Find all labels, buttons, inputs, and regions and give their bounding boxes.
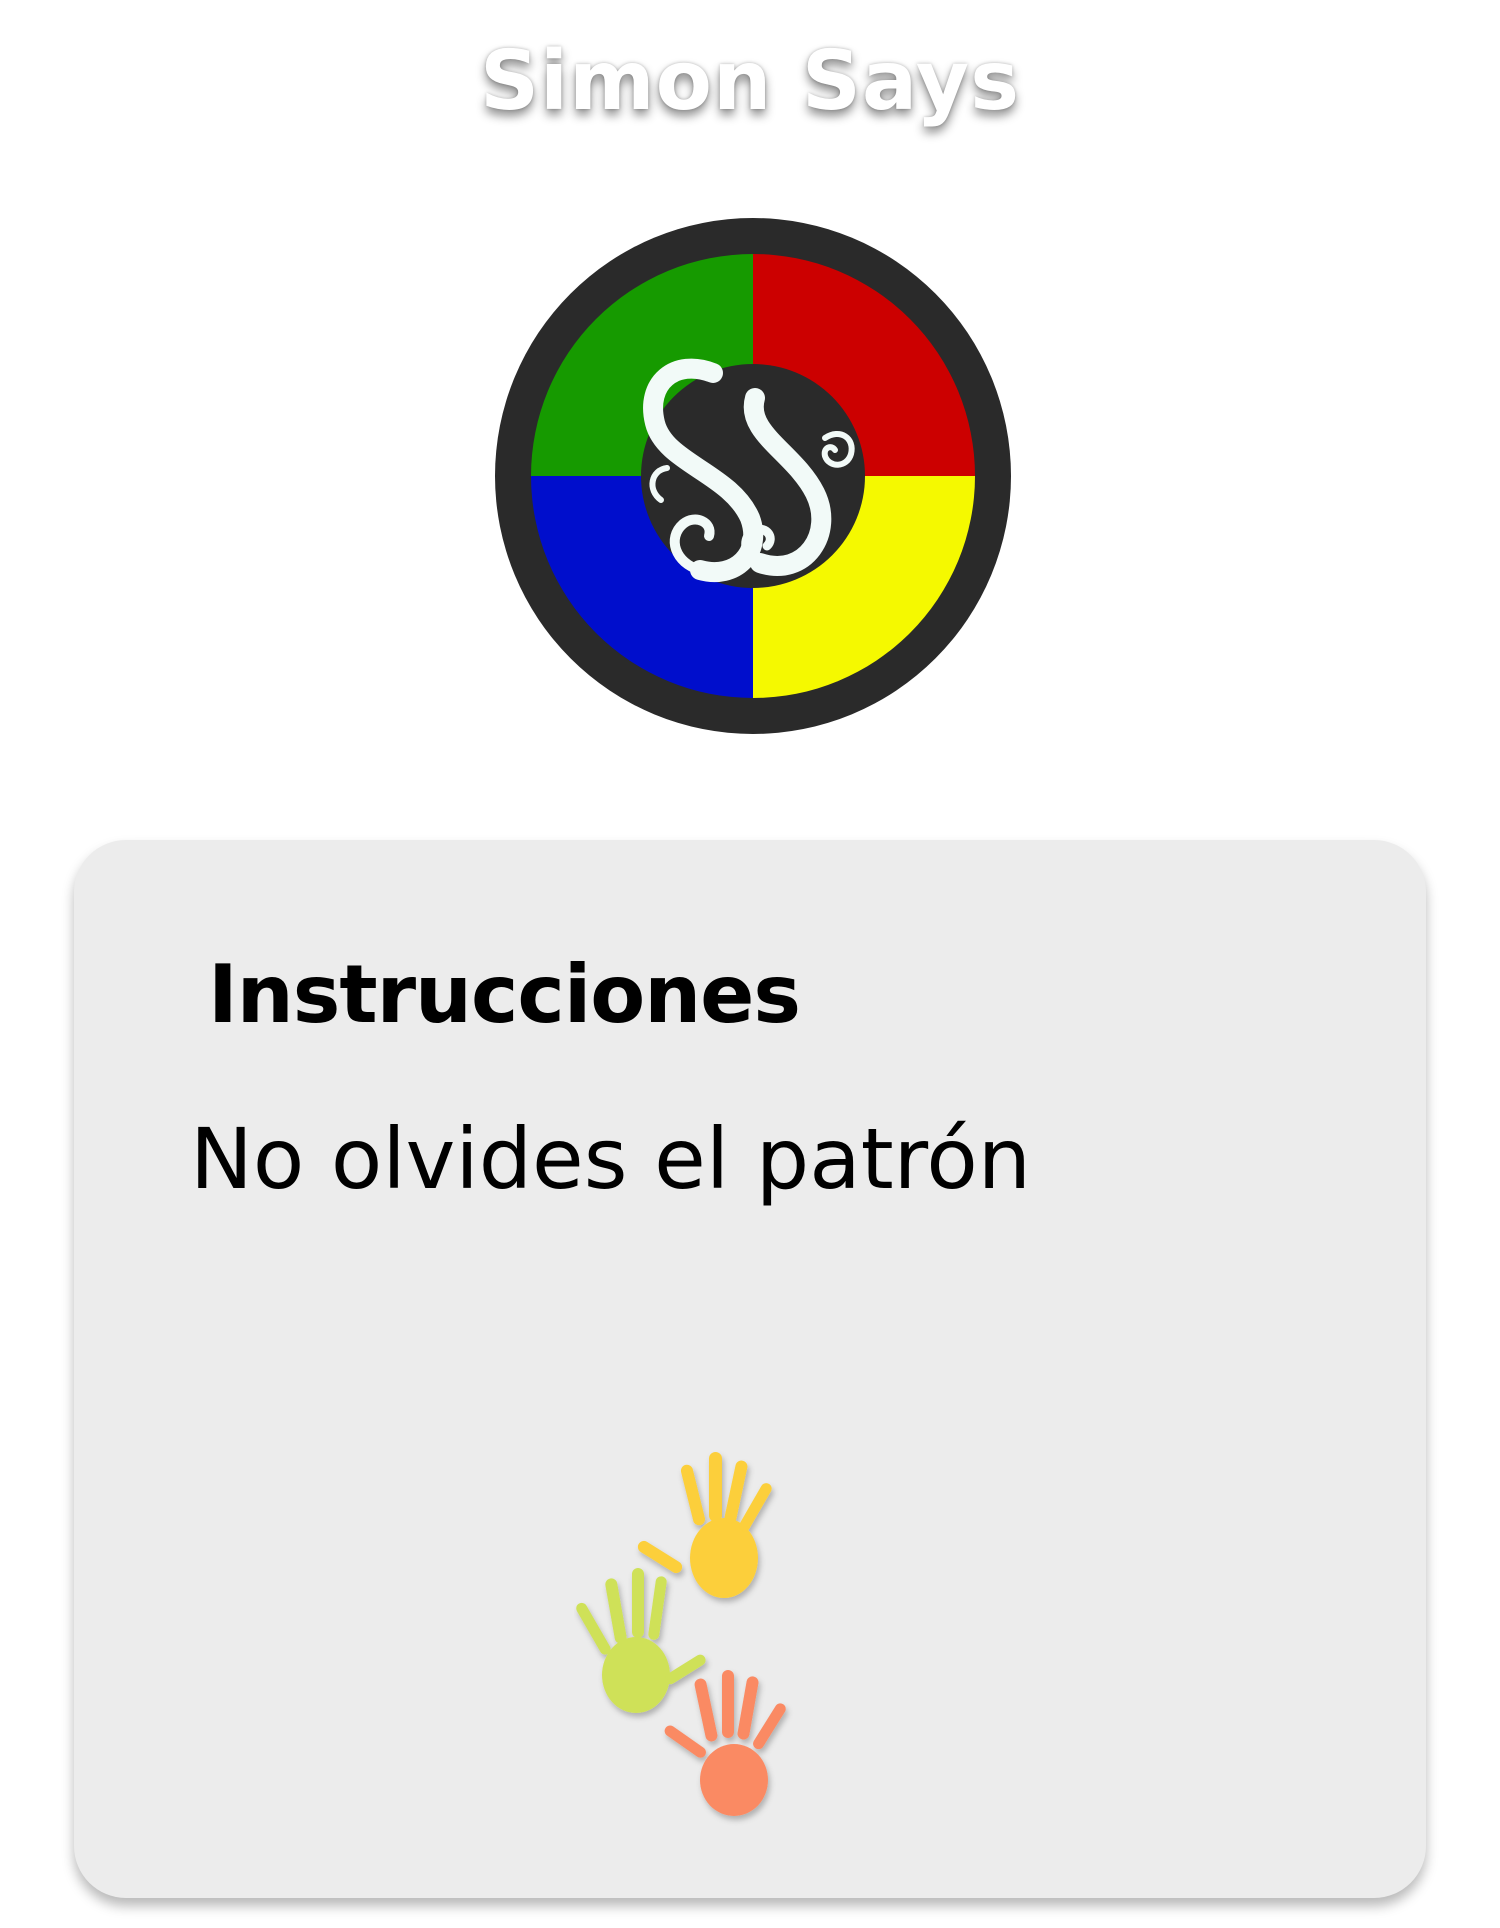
yellow-handprint-icon xyxy=(637,1452,772,1598)
green-handprint-icon xyxy=(576,1568,706,1713)
instructions-card: Instrucciones No olvides el patrón xyxy=(74,840,1426,1898)
handprints-icon xyxy=(576,1452,786,1816)
orange-handprint-icon xyxy=(664,1670,786,1816)
app-title: Simon Says xyxy=(480,34,1020,129)
simon-says-logo-icon xyxy=(495,218,1011,734)
instructions-heading: Instrucciones xyxy=(208,948,801,1041)
instructions-text: No olvides el patrón xyxy=(190,1110,1031,1208)
